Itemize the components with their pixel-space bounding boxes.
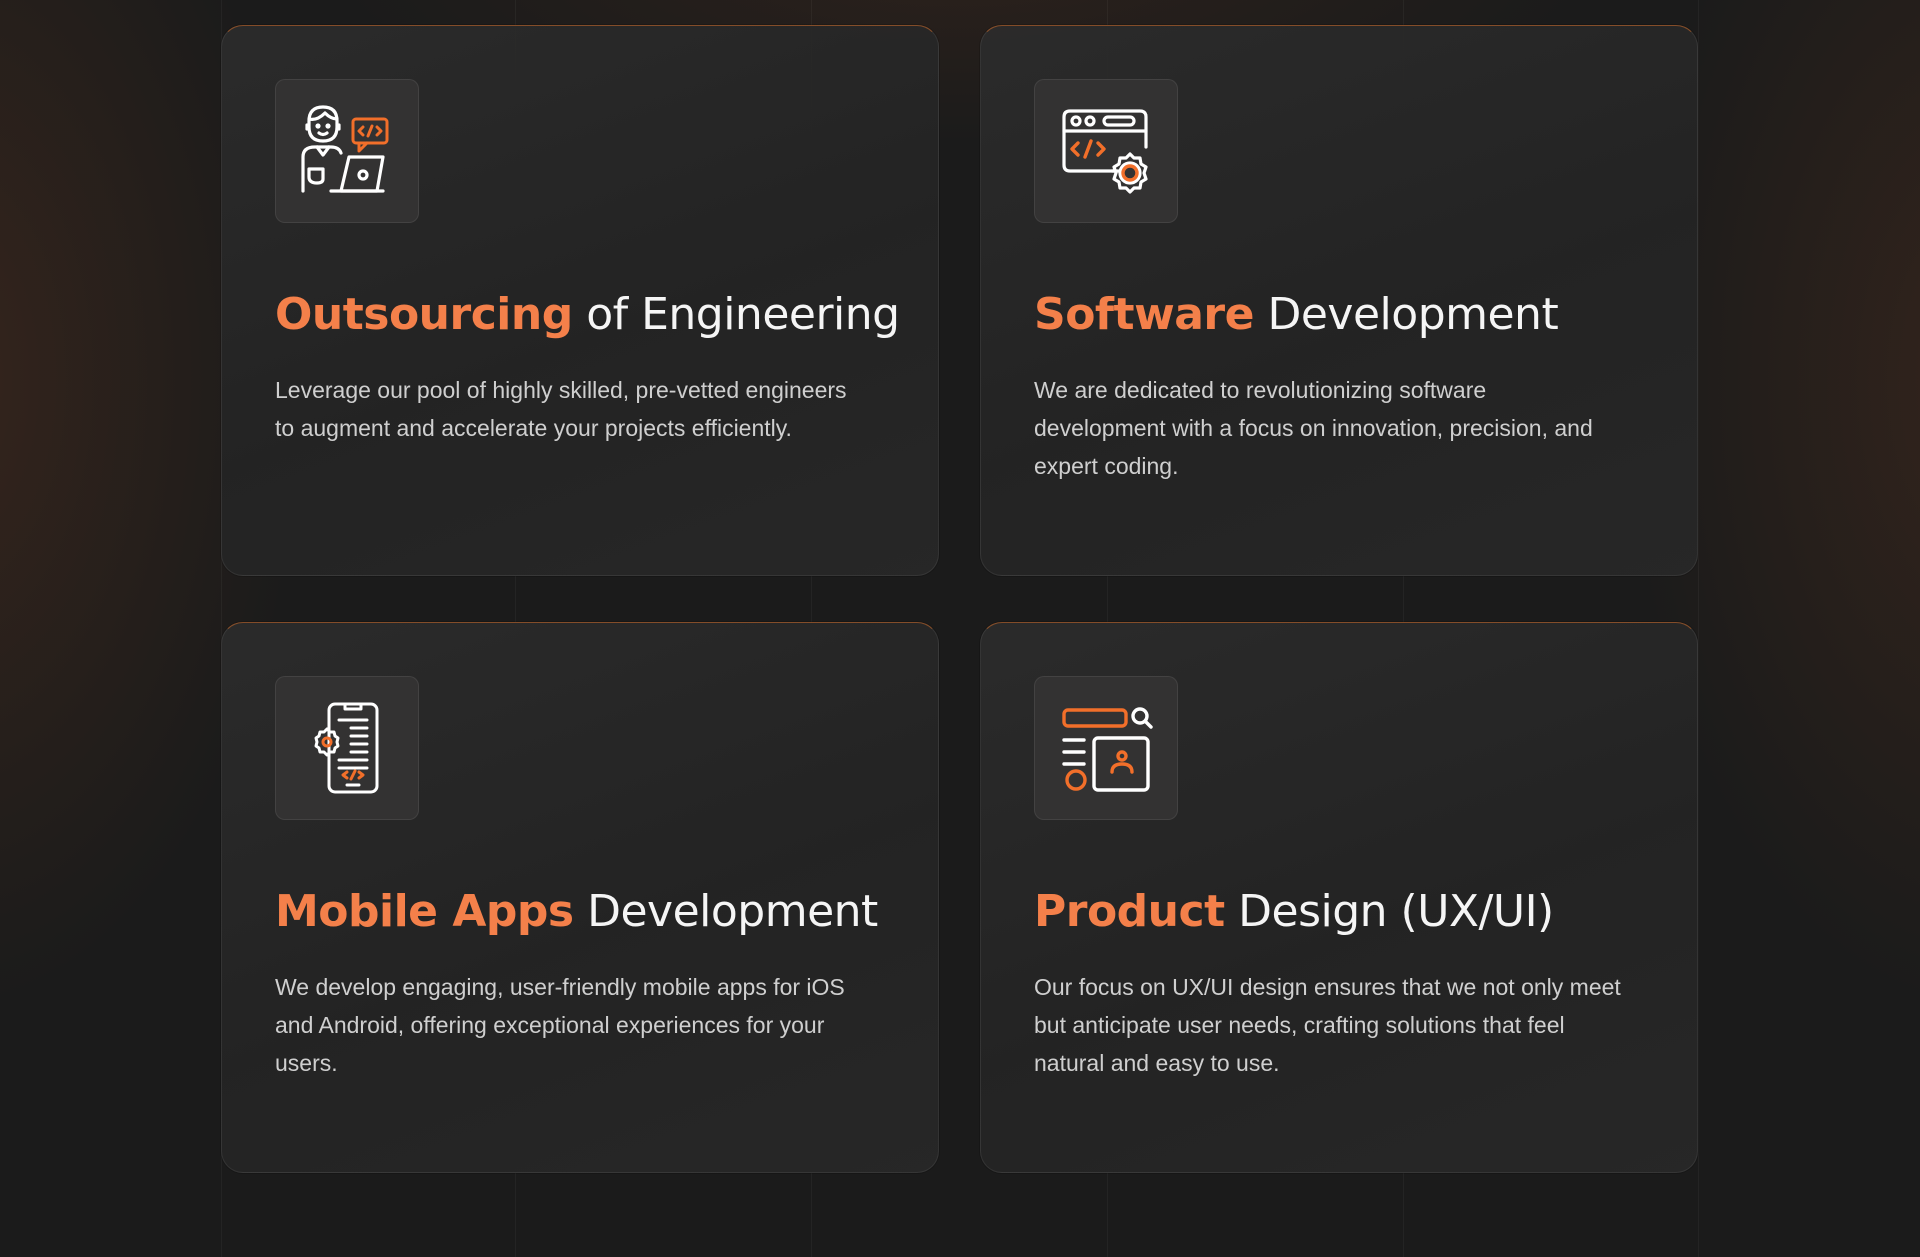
service-card-product-design[interactable]: Product Design (UX/UI) Our focus on UX/U… [980,622,1698,1173]
service-title: Product Design (UX/UI) [1034,886,1554,937]
engineer-laptop-icon [301,105,389,193]
grid-line [1698,0,1699,1257]
icon-box [275,79,419,223]
title-rest: of Engineering [586,289,900,340]
ux-layout-search-icon [1062,707,1153,792]
service-title: Outsourcing of Engineering [275,289,900,340]
title-accent: Product [1034,886,1225,937]
title-rest: Development [587,886,878,937]
service-description: Leverage our pool of highly skilled, pre… [275,377,847,441]
service-description: We are dedicated to revolutionizing soft… [1034,377,1593,479]
title-rest: Development [1267,289,1559,340]
mobile-app-gear-icon [314,702,379,794]
icon-box [275,676,419,820]
code-window-gear-icon [1062,109,1148,194]
service-description: We develop engaging, user-friendly mobil… [275,974,845,1076]
service-card-outsourcing[interactable]: Outsourcing of Engineering Leverage our … [221,25,939,576]
service-card-mobile[interactable]: Mobile Apps Development We develop engag… [221,622,939,1173]
service-title: Software Development [1034,289,1559,340]
title-accent: Mobile Apps [275,886,574,937]
title-rest: Design (UX/UI) [1238,886,1554,937]
service-description: Our focus on UX/UI design ensures that w… [1034,974,1621,1076]
title-accent: Software [1034,289,1254,340]
icon-box [1034,676,1178,820]
icon-box [1034,79,1178,223]
service-title: Mobile Apps Development [275,886,878,937]
service-card-software[interactable]: Software Development We are dedicated to… [980,25,1698,576]
title-accent: Outsourcing [275,289,573,340]
